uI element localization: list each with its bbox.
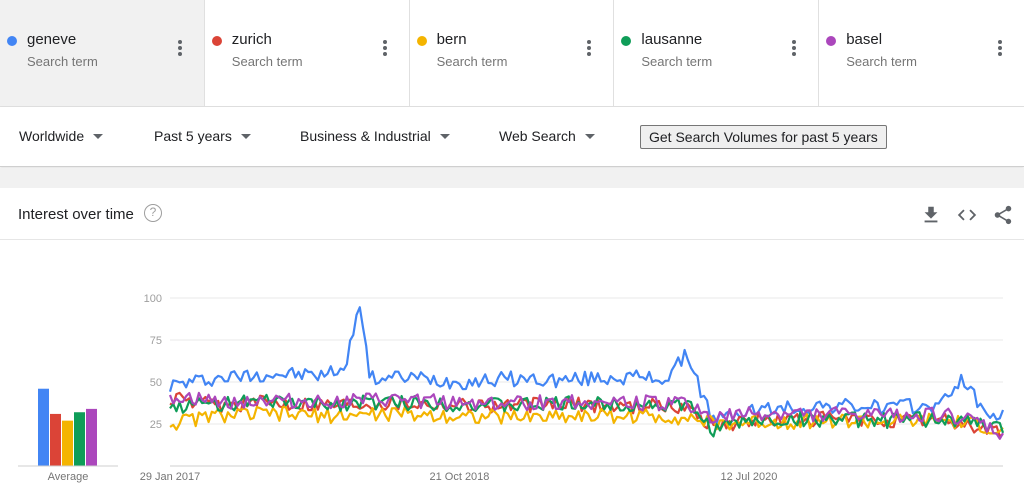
x-tick-label: 12 Jul 2020 — [720, 471, 777, 483]
more-vert-icon[interactable] — [587, 40, 592, 56]
card-header: Interest over time ? — [0, 188, 1024, 240]
series-line-basel — [168, 391, 1004, 440]
term-name[interactable]: bern — [437, 31, 467, 48]
help-icon[interactable]: ? — [144, 204, 162, 222]
x-tick-label: 21 Oct 2018 — [429, 471, 489, 483]
period-dropdown[interactable]: Past 5 years — [154, 128, 251, 144]
term-type: Search term — [846, 54, 917, 69]
y-tick-label: 75 — [150, 335, 162, 347]
embed-icon[interactable] — [956, 204, 978, 226]
term-card-geneve[interactable]: geneve Search term — [0, 0, 205, 106]
get-search-volumes-button[interactable]: Get Search Volumes for past 5 years — [640, 125, 887, 149]
more-vert-icon[interactable] — [997, 40, 1002, 56]
interest-over-time-card: Interest over time ? Average 25 50 75 100 2… — [0, 188, 1024, 487]
y-tick-label: 100 — [144, 293, 162, 305]
term-type: Search term — [436, 54, 508, 69]
term-name[interactable]: lausanne — [641, 31, 702, 48]
card-title: Interest over time — [18, 206, 134, 223]
term-type: Search term — [27, 54, 98, 69]
average-bar-geneve — [38, 388, 49, 466]
series-line-zurich — [169, 391, 1004, 438]
more-vert-icon[interactable] — [792, 40, 797, 56]
average-bars: Average — [18, 388, 118, 483]
term-type: Search term — [641, 54, 713, 69]
caret-down-icon — [439, 134, 450, 139]
y-tick-label: 25 — [150, 419, 162, 431]
term-type: Search term — [231, 54, 303, 69]
property-dropdown[interactable]: Web Search — [499, 128, 595, 144]
interest-chart: Average 25 50 75 100 29 Jan 2017 21 Oct 2018… — [18, 293, 1005, 483]
period-label: Past 5 years — [154, 128, 232, 144]
term-color-dot — [416, 36, 427, 46]
x-axis: 29 Jan 2017 21 Oct 2018 12 Jul 2020 — [140, 471, 778, 483]
average-bar-bern — [62, 420, 73, 466]
chart-series-lines — [168, 306, 1005, 440]
term-card-zurich[interactable]: zurich Search term — [205, 0, 410, 106]
caret-down-icon — [240, 134, 251, 139]
section-divider — [0, 168, 1024, 188]
term-name[interactable]: zurich — [232, 31, 272, 48]
more-vert-icon[interactable] — [382, 40, 387, 56]
term-card-bern[interactable]: bern Search term — [410, 0, 615, 106]
term-color-dot — [826, 36, 837, 46]
term-card-lausanne[interactable]: lausanne Search term — [614, 0, 820, 106]
x-tick-label: 29 Jan 2017 — [140, 471, 201, 483]
property-label: Web Search — [499, 128, 576, 144]
caret-down-icon — [584, 134, 595, 139]
download-icon[interactable] — [920, 204, 942, 226]
average-bar-zurich — [50, 413, 61, 466]
average-bar-basel — [86, 408, 97, 466]
term-color-dot — [621, 36, 632, 46]
more-vert-icon[interactable] — [177, 40, 182, 56]
search-terms-bar: geneve Search term zurich Search term be… — [0, 0, 1024, 107]
term-card-basel[interactable]: basel Search term — [819, 0, 1024, 106]
term-color-dot — [211, 36, 222, 46]
share-icon[interactable] — [992, 204, 1014, 226]
term-color-dot — [7, 36, 17, 46]
region-dropdown[interactable]: Worldwide — [19, 128, 104, 144]
average-label: Average — [48, 471, 89, 483]
term-name[interactable]: basel — [846, 31, 882, 48]
average-bar-lausanne — [74, 412, 85, 466]
term-name[interactable]: geneve — [27, 31, 76, 48]
category-dropdown[interactable]: Business & Industrial — [300, 128, 450, 144]
region-label: Worldwide — [19, 128, 85, 144]
category-label: Business & Industrial — [300, 128, 431, 144]
y-tick-label: 50 — [150, 377, 162, 389]
caret-down-icon — [93, 134, 104, 139]
